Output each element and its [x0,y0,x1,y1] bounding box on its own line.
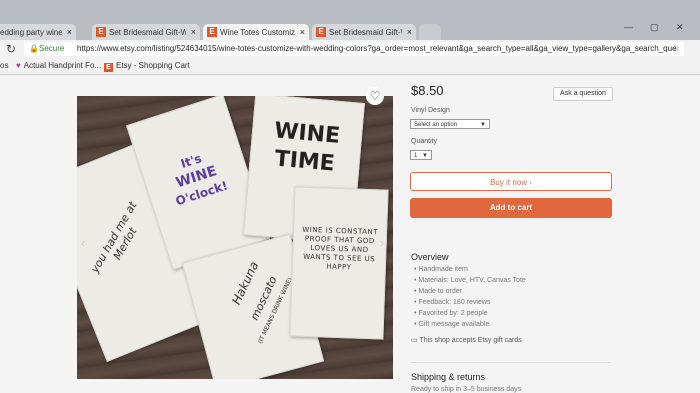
overview-item: • Feedback: 180 reviews [414,299,491,306]
caret-down-icon: ▼ [480,122,486,128]
overview-item: • Handmade item [414,266,468,273]
buy-now-button[interactable]: Buy it now › [410,172,612,191]
select-value: 1 [414,153,418,159]
close-icon[interactable]: × [67,27,72,37]
tab-2[interactable]: E Set Bridesmaid Gift-Wine × [92,24,200,41]
close-icon[interactable]: × [191,27,196,37]
overview-item-text: Materials: Love, HTV, Canvas Tote [418,277,526,284]
ask-question-button[interactable]: Ask a question [553,87,613,101]
quantity-select[interactable]: 1 ▼ [410,150,432,160]
overview-item-text: Feedback: 180 reviews [418,299,491,306]
vinyl-design-select[interactable]: Select an option ▼ [410,119,490,129]
new-tab-button[interactable] [419,24,441,41]
bookmark-star-icon[interactable]: ☆ [672,43,680,54]
favorite-heart-button[interactable]: ♡ [366,87,384,105]
vinyl-design-label: Vinyl Design [411,107,450,114]
close-icon[interactable]: × [407,27,412,37]
heart-icon: ♥ [16,61,21,70]
tab-title: Set Bridesmaid Gift-Wine [109,28,186,37]
bookmark-apps[interactable]: os [0,61,8,70]
overview-item-text: Gift message available [418,321,490,328]
overview-heading: Overview [411,252,449,262]
overview-item-text: Handmade item [418,266,468,273]
tab-title: Set Bridesmaid Gift-Wine [329,28,402,37]
browser-window: edding party wine tote × E Set Bridesmai… [0,0,700,393]
overview-item: • Favorited by: 2 people [414,310,488,317]
listing-page: you had me at Merlot It's WINE O'clock! … [0,75,700,393]
lock-icon: 🔒 [29,44,39,53]
gift-card-note: ▭ This shop accepts Etsy gift cards [411,336,522,344]
quantity-label: Quantity [411,138,438,145]
toolbar: ↻ 🔒 Secure https://www.etsy.com/listing/… [0,40,700,58]
etsy-favicon-icon: E [104,63,113,72]
url-text: https://www.etsy.com/listing/524634015/w… [77,44,677,53]
window-close-icon[interactable]: ✕ [676,22,684,33]
tab-title: Wine Totes Customize wi [220,28,295,37]
minimize-icon[interactable]: — [624,22,633,32]
chevron-left-icon[interactable]: ‹ [81,236,91,250]
chevron-right-icon[interactable]: › [380,236,390,250]
product-photo[interactable]: you had me at Merlot It's WINE O'clock! … [77,96,393,379]
etsy-favicon-icon: E [207,27,217,37]
tab-1[interactable]: edding party wine tote × [0,24,76,41]
reload-icon[interactable]: ↻ [6,42,16,56]
add-to-cart-button[interactable]: Add to cart [410,198,612,218]
bag-text: you had me at Merlot [88,199,140,276]
select-value: Select an option [414,122,458,128]
divider [411,362,611,363]
bookmark-handprint[interactable]: ♥ Actual Handprint Fo... [16,61,101,70]
bookmark-label: Etsy - Shopping Cart [116,61,190,70]
tab-4[interactable]: E Set Bridesmaid Gift-Wine × [312,24,416,41]
etsy-favicon-icon: E [316,27,326,37]
shipping-subtext: Ready to ship in 3–5 business days [411,386,522,393]
overview-item-text: Made to order [418,288,462,295]
gift-card-text: This shop accepts Etsy gift cards [419,337,522,344]
overview-item: • Gift message available [414,321,490,328]
bookmark-etsy-cart[interactable]: E Etsy - Shopping Cart [104,61,190,72]
tab-title: edding party wine tote [0,28,62,37]
bag-text: TIME [273,146,336,177]
bookmark-label: Actual Handprint Fo... [23,61,102,70]
etsy-favicon-icon: E [96,27,106,37]
tab-strip: edding party wine tote × E Set Bridesmai… [0,0,700,41]
price: $8.50 [411,83,444,98]
bag-text: WINE IS CONSTANT PROOF THAT GOD LOVES US… [302,225,379,272]
close-icon[interactable]: × [300,27,305,37]
overview-item-text: Favorited by: 2 people [418,310,488,317]
secure-label: Secure [39,44,65,53]
tote-bag: WINE IS CONSTANT PROOF THAT GOD LOVES US… [289,186,389,340]
maximize-icon[interactable]: ▢ [650,22,659,33]
overview-item: • Materials: Love, HTV, Canvas Tote [414,277,526,284]
tab-3-active[interactable]: E Wine Totes Customize wi × [203,24,309,41]
shipping-heading[interactable]: Shipping & returns [411,372,485,382]
bookmarks-bar: os ♥ Actual Handprint Fo... E Etsy - Shopp… [0,58,700,75]
overview-item: • Made to order [414,288,462,295]
caret-down-icon: ▼ [422,153,428,159]
address-bar[interactable]: 🔒 Secure https://www.etsy.com/listing/52… [24,42,684,56]
